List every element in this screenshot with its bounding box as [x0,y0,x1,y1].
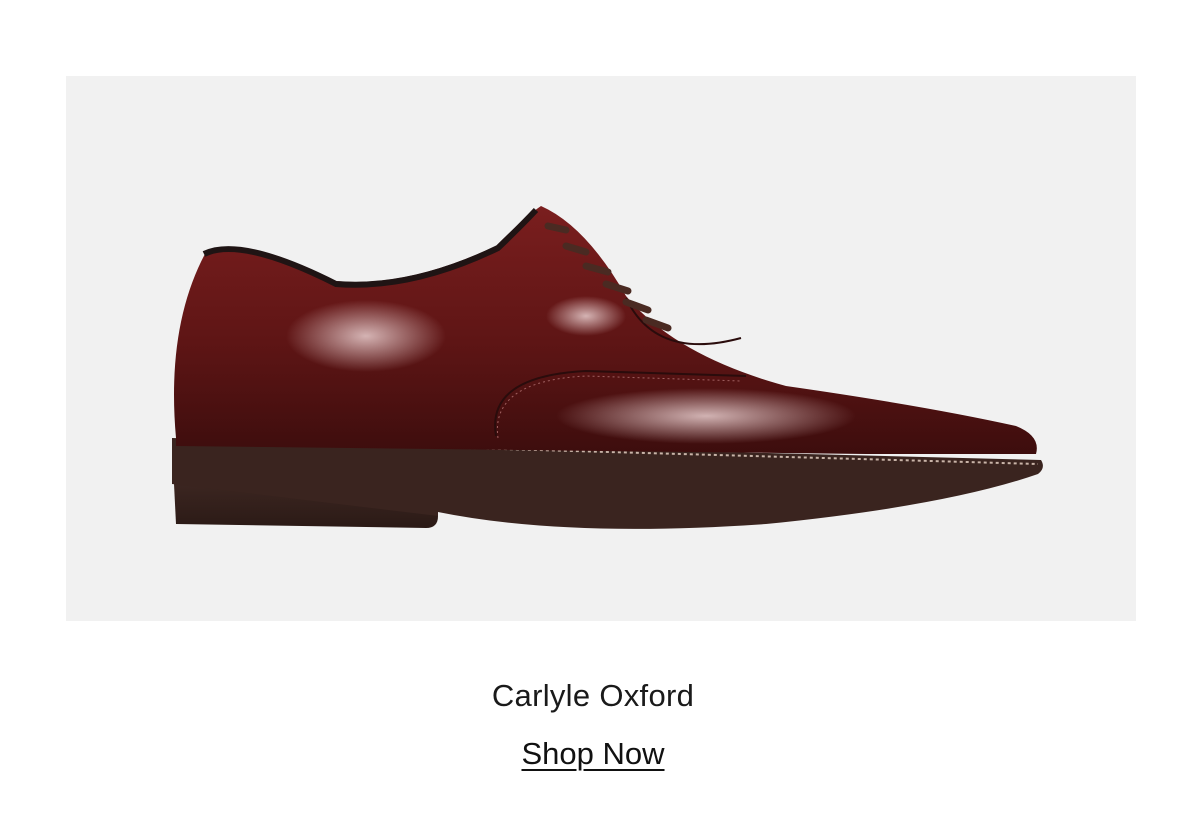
product-name: Carlyle Oxford [491,678,695,713]
shop-now-link[interactable]: Shop Now [521,736,664,771]
shop-now-container: Shop Now [0,736,1186,772]
product-image[interactable] [66,76,1136,621]
oxford-shoe-icon [172,206,1043,529]
